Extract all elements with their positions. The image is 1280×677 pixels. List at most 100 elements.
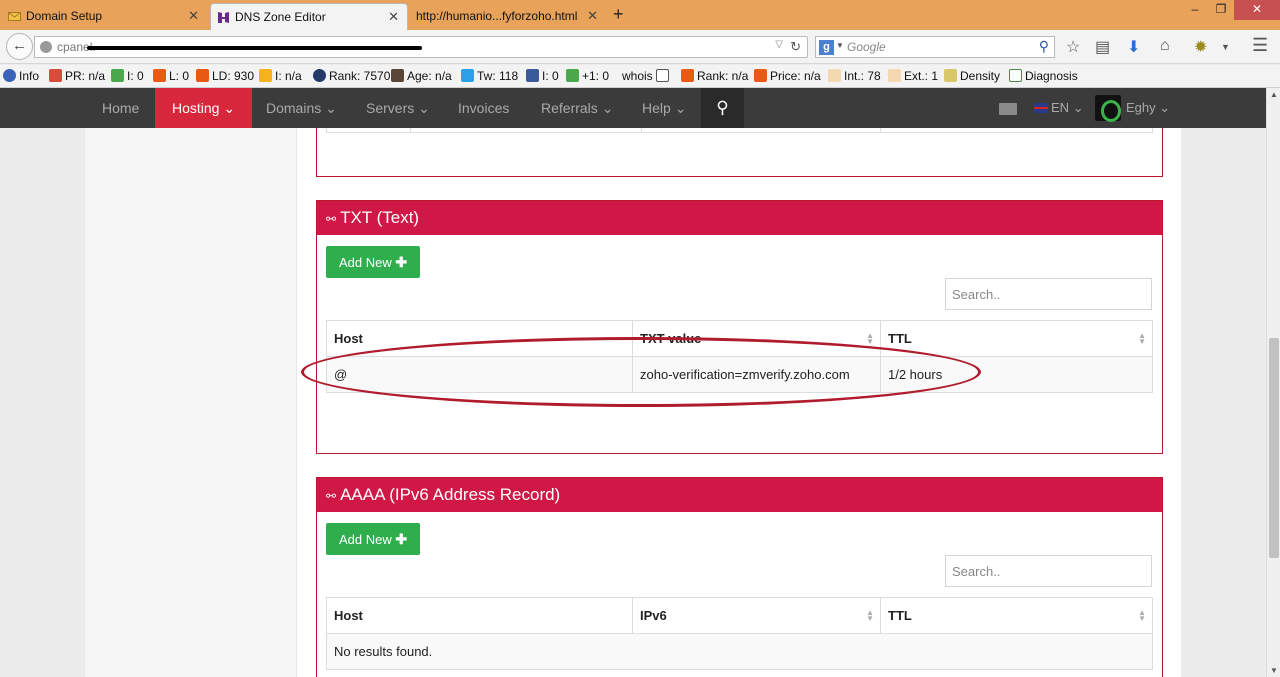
nav-invoices[interactable]: Invoices (458, 88, 509, 128)
column-header-ttl[interactable]: TTL ▲ ▼ (880, 597, 1153, 634)
panel-header: ⚯ AAAA (IPv6 Address Record) (317, 478, 1162, 512)
close-tab-icon[interactable]: ✕ (587, 8, 598, 24)
bookmarks-list-icon[interactable]: ▤ (1095, 37, 1110, 57)
page-scrollbar[interactable]: ▲ ▼ (1266, 88, 1280, 677)
txt-search-input[interactable]: Search.. (945, 278, 1152, 310)
addon-alexa-rank[interactable]: Rank: 7570 (313, 69, 390, 83)
tab-dns-zone-editor[interactable]: DNS Zone Editor ✕ (210, 3, 408, 30)
empty-results-message: No results found. (326, 633, 1153, 670)
panel-title: AAAA (IPv6 Address Record) (340, 485, 561, 504)
reload-icon[interactable]: ↻ (790, 39, 801, 55)
addon-diagnosis[interactable]: Diagnosis (1009, 69, 1078, 83)
facebook-icon (526, 69, 539, 82)
nav-hosting[interactable]: Hosting ⌄ (155, 88, 253, 134)
addon-google-index[interactable]: I: 0 (111, 69, 144, 83)
table-row[interactable]: @ zoho-verification=zmverify.zoho.com 1/… (326, 356, 1153, 393)
column-header-host[interactable]: Host (326, 320, 633, 357)
addon-dropdown-icon[interactable]: ▼ (1221, 42, 1230, 52)
search-engine-dropdown-icon[interactable]: ▼ (836, 41, 844, 50)
txt-records-table: Host TXT value ▲ ▼ TTL ▲ ▼ @ zoho-verificati… (326, 320, 1153, 393)
home-icon[interactable]: ⌂ (1160, 37, 1170, 55)
new-tab-button[interactable]: + (613, 4, 624, 25)
table-row: No results found. (326, 633, 1153, 670)
table-header-row: Host TXT value ▲ ▼ TTL ▲ ▼ (326, 320, 1153, 357)
back-button[interactable]: ← (6, 33, 33, 60)
column-header-txt-value[interactable]: TXT value ▲ ▼ (632, 320, 881, 357)
addon-density[interactable]: Density (944, 69, 1000, 83)
aaaa-records-table: Host IPv6 ▲ ▼ TTL ▲ ▼ No results found. (326, 597, 1153, 670)
plus-icon: ✚ (395, 531, 408, 547)
addon-bing-index[interactable]: I: n/a (259, 69, 302, 83)
nav-search-icon[interactable]: ⚲ (701, 88, 744, 128)
previous-table-edge (326, 128, 1153, 133)
menu-icon[interactable]: ☰ (1252, 35, 1268, 56)
restore-icon[interactable]: ❐ (1208, 0, 1234, 20)
addon-linking-domains[interactable]: LD: 930 (196, 69, 254, 83)
addon-semrush-rank[interactable]: Rank: n/a (681, 69, 748, 83)
search-bar[interactable]: g ▼ Google ⚲ (815, 36, 1055, 58)
scroll-down-icon[interactable]: ▼ (1270, 666, 1278, 675)
globe-icon (40, 41, 52, 53)
nav-servers[interactable]: Servers ⌄ (366, 88, 430, 128)
column-header-ttl[interactable]: TTL ▲ ▼ (880, 320, 1153, 357)
url-bar[interactable]: cpanel. ▽ ↻ (34, 36, 808, 58)
close-window-icon[interactable]: ✕ (1234, 0, 1280, 20)
google-index-icon (111, 69, 124, 82)
addon-twitter[interactable]: Tw: 118 (461, 69, 518, 83)
minimize-icon[interactable]: – (1182, 0, 1208, 20)
tab-domain-setup[interactable]: Domain Setup ✕ (2, 3, 207, 30)
envelope-icon (8, 12, 21, 21)
avatar[interactable] (1095, 95, 1121, 122)
aaaa-search-input[interactable]: Search.. (945, 555, 1152, 587)
column-header-host[interactable]: Host (326, 597, 633, 634)
addon-google-plus[interactable]: +1: 0 (566, 69, 609, 83)
url-redaction (87, 46, 422, 50)
nav-domains[interactable]: Domains ⌄ (266, 88, 337, 128)
semrush-icon (681, 69, 694, 82)
chevron-down-icon: ⌄ (674, 100, 687, 116)
user-menu[interactable]: Eghy ⌄ (1126, 88, 1170, 128)
column-header-ipv6[interactable]: IPv6 ▲ ▼ (632, 597, 881, 634)
browser-tab-strip: Domain Setup ✕ DNS Zone Editor ✕ http://… (0, 0, 1280, 30)
archive-icon (391, 69, 404, 82)
nav-help[interactable]: Help ⌄ (642, 88, 686, 128)
downloads-icon[interactable]: ⬇ (1127, 37, 1140, 57)
scroll-up-icon[interactable]: ▲ (1270, 90, 1278, 99)
addon-source-code[interactable] (656, 69, 672, 83)
semrush-icon (196, 69, 209, 82)
chevron-down-icon: ⌄ (418, 100, 430, 116)
search-icon[interactable]: ⚲ (1039, 38, 1049, 55)
addon-external-links[interactable]: Ext.: 1 (888, 69, 938, 83)
hostinger-logo-icon (218, 12, 229, 23)
tab-humanio[interactable]: http://humanio...fyforzoho.html ✕ (406, 3, 606, 30)
close-tab-icon[interactable]: ✕ (188, 8, 199, 24)
nav-referrals[interactable]: Referrals ⌄ (541, 88, 613, 128)
addon-links[interactable]: L: 0 (153, 69, 189, 83)
messages-envelope-icon[interactable] (999, 103, 1017, 115)
sort-icon: ▲ ▼ (866, 331, 874, 346)
nav-home[interactable]: Home (102, 88, 139, 128)
close-tab-icon[interactable]: ✕ (388, 9, 399, 25)
addon-pagerank[interactable]: PR: n/a (49, 69, 105, 83)
addon-info[interactable]: Info (3, 69, 39, 83)
chevron-down-icon: ⌄ (601, 100, 614, 116)
window-controls: – ❐ ✕ (1182, 0, 1280, 20)
url-history-dropdown-icon[interactable]: ▽ (775, 39, 783, 50)
sidebar (85, 128, 297, 677)
tab-title: http://humanio...fyforzoho.html (416, 9, 578, 23)
hand-icon (828, 69, 841, 82)
density-chart-icon (944, 69, 957, 82)
cell-ttl: 1/2 hours (880, 356, 1153, 393)
addon-price[interactable]: Price: n/a (754, 69, 821, 83)
addon-gear-icon[interactable]: ✹ (1194, 37, 1207, 57)
addon-internal-links[interactable]: Int.: 78 (828, 69, 881, 83)
addon-facebook[interactable]: I: 0 (526, 69, 559, 83)
add-aaaa-record-button[interactable]: Add New ✚ (326, 523, 421, 555)
addon-age[interactable]: Age: n/a (391, 69, 452, 83)
plus-icon: ✚ (395, 254, 408, 270)
bookmark-star-icon[interactable]: ☆ (1066, 37, 1080, 57)
language-selector[interactable]: EN ⌄ (1034, 88, 1084, 128)
addon-whois[interactable]: whois (622, 69, 653, 83)
add-txt-record-button[interactable]: Add New ✚ (326, 246, 421, 278)
scrollbar-thumb[interactable] (1269, 338, 1279, 558)
